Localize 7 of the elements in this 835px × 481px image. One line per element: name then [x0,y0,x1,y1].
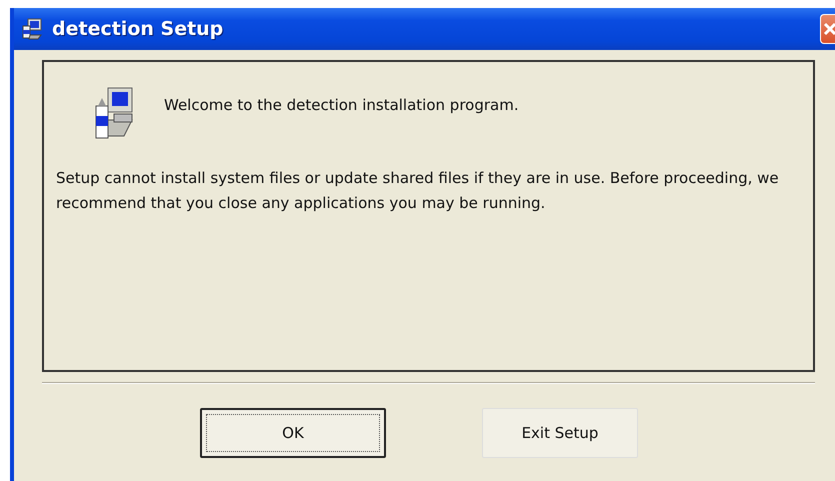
welcome-text: Welcome to the detection installation program. [164,96,519,114]
warning-text: Setup cannot install system files or update shared files if they are in use. Before proceeding, we recommend that you close any applications you may be running. [56,168,780,214]
ok-button[interactable]: OK [200,408,386,458]
exit-button[interactable]: Exit Setup [482,408,638,458]
window-title: detection Setup [52,18,224,40]
close-icon [821,21,835,37]
computer-icon [20,17,44,41]
